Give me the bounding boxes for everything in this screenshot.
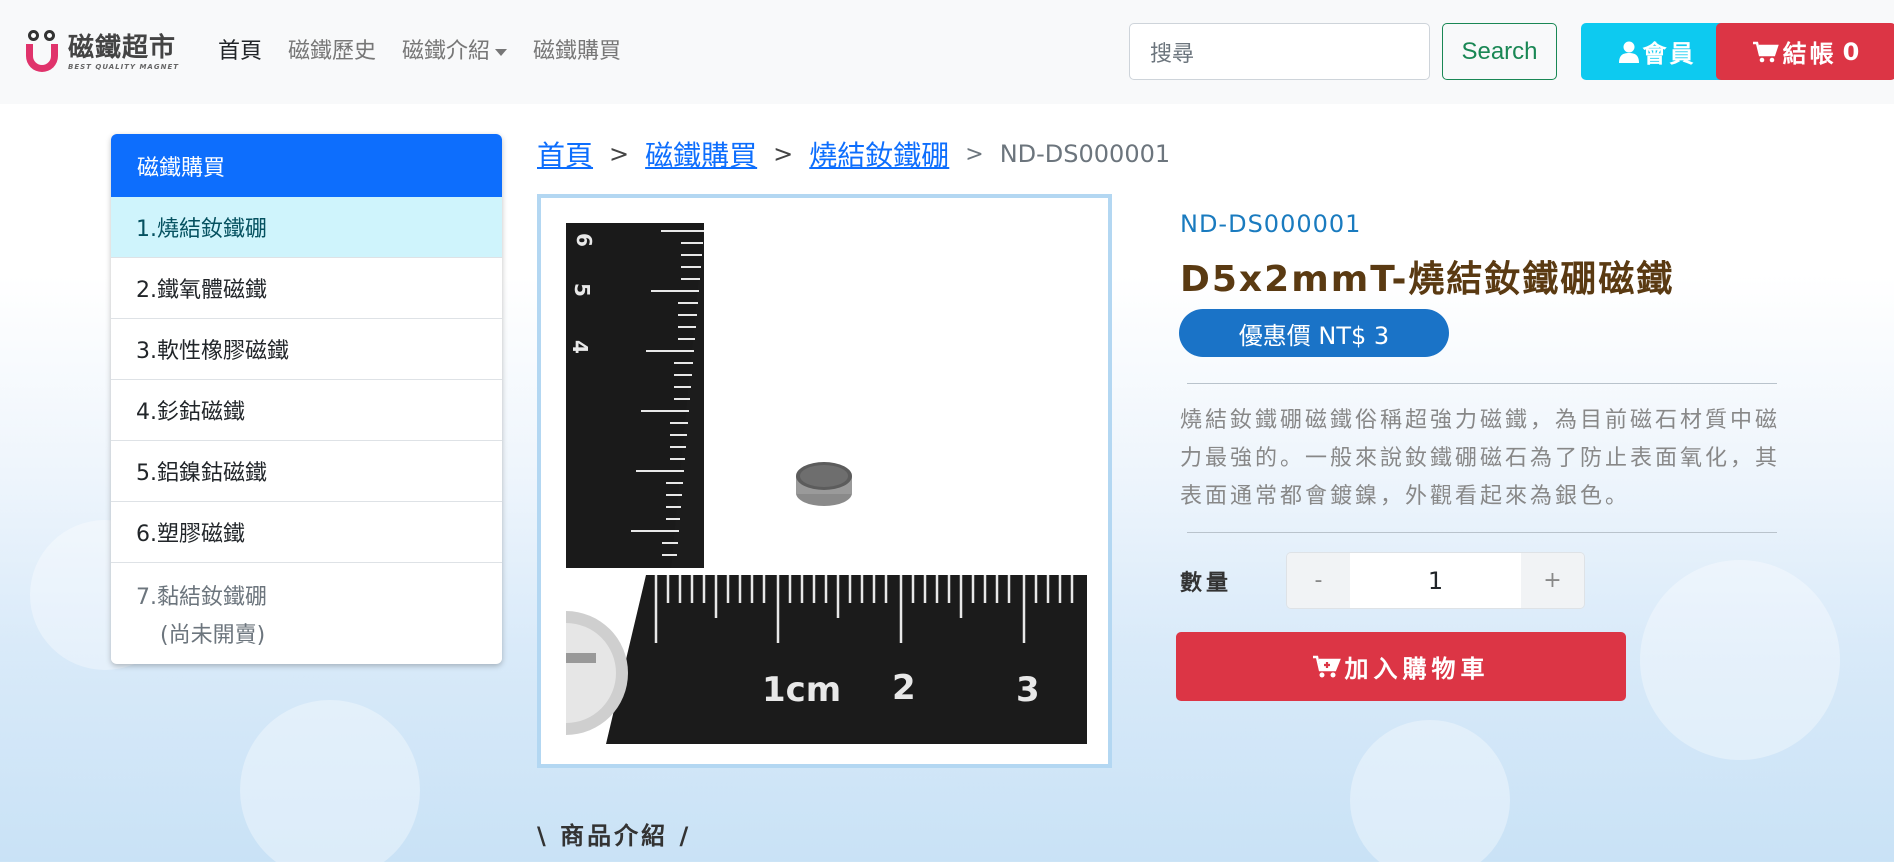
search-input[interactable]: 搜尋	[1129, 23, 1430, 80]
quantity-decrease-button[interactable]: -	[1287, 553, 1350, 608]
nav-link-intro-dropdown[interactable]: 磁鐵介紹	[402, 36, 508, 68]
checkout-label: 結帳	[1782, 40, 1837, 68]
brand-name: 磁鐵超市	[68, 33, 177, 63]
product-sku: ND-DS000001	[1180, 210, 1362, 238]
sidebar-item-sintered-ndfeb[interactable]: 1.燒結釹鐵硼	[111, 197, 502, 258]
photo-scale-2: 2	[892, 668, 916, 708]
breadcrumb-separator: >	[773, 140, 794, 168]
product-description: 燒結釹鐵硼磁鐵俗稱超強力磁鐵，為目前磁石材質中磁力最強的。一般來說釹鐵硼磁石為了…	[1180, 408, 1781, 509]
nav-link-purchase[interactable]: 磁鐵購買	[533, 36, 621, 68]
member-button[interactable]: 會員	[1581, 23, 1734, 80]
background-bokeh	[240, 700, 420, 862]
breadcrumb-separator: >	[609, 140, 630, 168]
quantity-input[interactable]: 1	[1350, 553, 1521, 608]
brand-logo[interactable]: 磁鐵超市 BEST QUALITY MAGNET	[22, 24, 182, 80]
photo-scale-1cm: 1cm	[762, 670, 841, 710]
product-title: D5x2mmT-燒結釹鐵硼磁鐵	[1180, 259, 1675, 300]
quantity-increase-button[interactable]: +	[1521, 553, 1584, 608]
photo-scale-3: 3	[1016, 670, 1040, 710]
sidebar-item-bonded-note: (尚未開賣)	[160, 623, 266, 648]
sidebar-item-rubber[interactable]: 3.軟性橡膠磁鐵	[111, 319, 502, 380]
product-image-frame: 6 5 4 1cm 2 3	[537, 194, 1112, 768]
sidebar-item-smco[interactable]: 4.釤鈷磁鐵	[111, 380, 502, 441]
top-navbar: 磁鐵超市 BEST QUALITY MAGNET 首頁 磁鐵歷史 磁鐵介紹 磁鐵…	[0, 0, 1894, 104]
breadcrumb-current: ND-DS000001	[999, 140, 1171, 168]
photo-scale-4: 4	[568, 340, 592, 354]
quantity-label: 數量	[1180, 571, 1233, 596]
sidebar-item-bonded-ndfeb: 7.黏結釹鐵硼 (尚未開賣)	[111, 563, 502, 663]
category-sidebar: 磁鐵購買 1.燒結釹鐵硼 2.鐵氧體磁鐵 3.軟性橡膠磁鐵 4.釤鈷磁鐵 5.鋁…	[111, 134, 502, 664]
sidebar-item-plastic[interactable]: 6.塑膠磁鐵	[111, 502, 502, 563]
cart-icon	[1752, 41, 1779, 63]
section-heading-product-intro: \ 商品介紹 /	[537, 822, 692, 850]
sidebar-item-bonded-label: 7.黏結釹鐵硼	[136, 585, 267, 610]
photo-scale-6: 6	[572, 233, 596, 247]
magnet-logo-icon	[22, 26, 62, 78]
search-button[interactable]: Search	[1442, 23, 1557, 80]
price-badge: 優惠價 NT$ 3	[1179, 309, 1449, 357]
member-label: 會員	[1642, 40, 1697, 68]
product-photo: 6 5 4 1cm 2 3	[566, 223, 1087, 744]
add-to-cart-button[interactable]: 加入購物車	[1176, 632, 1626, 701]
quantity-stepper: - 1 +	[1286, 552, 1585, 609]
sidebar-item-ferrite[interactable]: 2.鐵氧體磁鐵	[111, 258, 502, 319]
cart-plus-icon	[1312, 655, 1341, 679]
background-bokeh	[1640, 560, 1840, 760]
nav-link-home[interactable]: 首頁	[218, 36, 262, 68]
user-icon	[1618, 41, 1639, 63]
sidebar-header: 磁鐵購買	[111, 134, 502, 197]
nav-link-history[interactable]: 磁鐵歷史	[288, 36, 376, 68]
photo-scale-5: 5	[570, 283, 594, 297]
chevron-down-icon	[495, 48, 508, 56]
background-bokeh	[1350, 720, 1510, 862]
breadcrumb-purchase[interactable]: 磁鐵購買	[645, 134, 757, 174]
breadcrumb: 首頁 > 磁鐵購買 > 燒結釹鐵硼 > ND-DS000001	[537, 134, 1170, 174]
main-nav: 首頁 磁鐵歷史 磁鐵介紹 磁鐵購買	[218, 36, 647, 68]
nav-link-intro-label: 磁鐵介紹	[402, 39, 491, 64]
brand-tagline: BEST QUALITY MAGNET	[68, 63, 179, 71]
breadcrumb-separator: >	[965, 141, 984, 167]
divider	[1187, 383, 1777, 384]
breadcrumb-home[interactable]: 首頁	[537, 134, 593, 174]
cart-count: 0	[1842, 37, 1860, 66]
sidebar-item-alnico[interactable]: 5.鋁鎳鈷磁鐵	[111, 441, 502, 502]
checkout-cart-button[interactable]: 結帳 0	[1716, 23, 1894, 80]
divider	[1187, 532, 1777, 533]
add-to-cart-label: 加入購物車	[1344, 655, 1490, 683]
search-placeholder: 搜尋	[1150, 41, 1195, 67]
breadcrumb-category[interactable]: 燒結釹鐵硼	[809, 134, 949, 174]
